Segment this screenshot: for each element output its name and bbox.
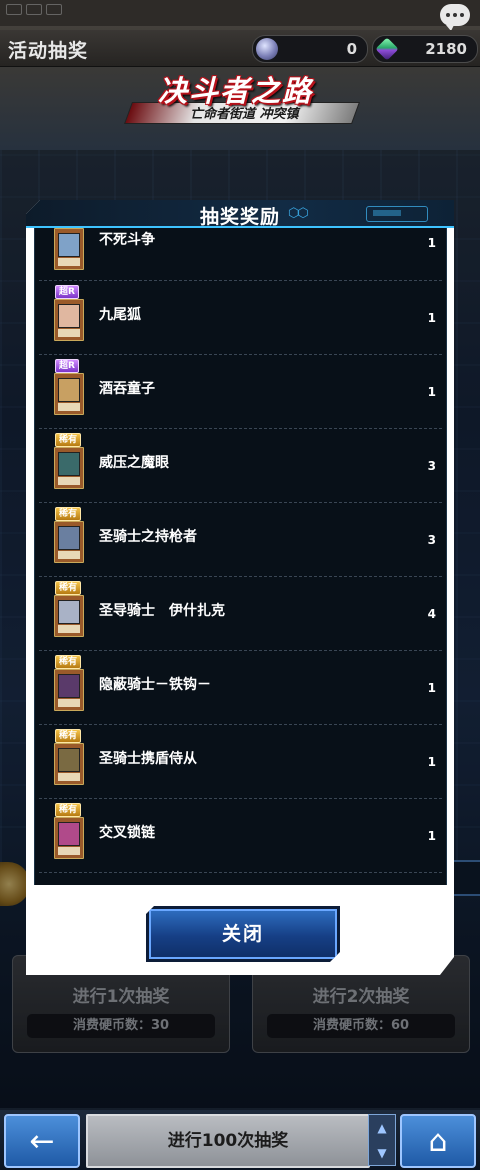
home-icon: ⌂ xyxy=(428,1123,448,1159)
gem-icon xyxy=(375,37,399,61)
reward-row[interactable]: 稀有圣导骑士 伊什扎克 4 xyxy=(39,577,442,651)
card-thumbnail[interactable] xyxy=(54,743,84,785)
reward-row[interactable]: 稀有交叉锁链 1 xyxy=(39,799,442,873)
dialog-header: ⬡⬡ 抽奖奖励 xyxy=(26,200,454,228)
card-name: 九尾狐 xyxy=(99,307,141,323)
card-thumbnail[interactable] xyxy=(54,299,84,341)
screen-title: 活动抽奖 xyxy=(8,40,89,62)
card-quantity: 1 xyxy=(427,236,436,250)
card-quantity: 1 xyxy=(427,829,436,843)
card-thumbnail[interactable] xyxy=(54,447,84,489)
orb-icon xyxy=(256,38,278,60)
rarity-badge: 超R xyxy=(55,359,79,373)
gem-currency[interactable]: 2180 xyxy=(372,35,478,63)
card-thumbnail[interactable] xyxy=(54,521,84,563)
reward-list-inner: 不死斗争 1 超R 九尾狐 1 超R 酒吞童子 1 稀有 威压之魔眼 3 稀有 圣骑士之持枪者 3 稀有 圣导… xyxy=(35,228,446,885)
card-name: 圣骑士之持枪者 xyxy=(99,529,197,545)
rarity-badge: 超R xyxy=(55,285,79,299)
rarity-badge: 稀有 xyxy=(55,729,82,743)
rarity-badge: 稀有 xyxy=(55,507,82,521)
reward-row[interactable]: 超R 九尾狐 1 xyxy=(39,281,442,355)
rarity-badge: 稀有 xyxy=(55,655,82,669)
chevron-up-icon[interactable]: ▲ xyxy=(377,1122,386,1134)
card-name: 交叉锁链 xyxy=(99,825,155,841)
reward-dialog: ⬡⬡ 抽奖奖励 不死斗争 1 超R 九尾狐 1 超R 酒吞童子 1 稀有 威压之魔眼 3 稀有 圣骑士之… xyxy=(26,200,454,975)
card-thumbnail[interactable] xyxy=(54,669,84,711)
card-thumbnail[interactable] xyxy=(54,817,84,859)
card-name: 不死斗争 xyxy=(99,232,155,248)
reward-row[interactable]: 稀有威压之魔眼 3 xyxy=(39,429,442,503)
card-quantity: 1 xyxy=(427,385,436,399)
card-text-box xyxy=(58,625,80,633)
card-text-box xyxy=(58,773,80,781)
draw-100-button[interactable]: 进行100次抽奖 xyxy=(86,1114,370,1168)
card-name: 圣导骑士 伊什扎克 xyxy=(99,603,225,619)
card-name: 圣骑士携盾侍从 xyxy=(99,751,197,767)
reward-row[interactable]: 稀有隐蔽骑士－铁钩－ 1 xyxy=(39,651,442,725)
rarity-badge: 稀有 xyxy=(55,433,82,447)
card-quantity: 3 xyxy=(427,459,436,473)
status-bar xyxy=(0,0,480,31)
reward-row[interactable]: 稀有圣骑士之持枪者 3 xyxy=(39,503,442,577)
card-text-box xyxy=(58,329,80,337)
card-thumbnail[interactable] xyxy=(54,595,84,637)
home-button[interactable]: ⌂ xyxy=(400,1114,476,1168)
card-quantity: 1 xyxy=(427,311,436,325)
close-button[interactable]: 关闭 xyxy=(146,906,340,962)
card-art xyxy=(58,452,80,476)
chevron-down-icon[interactable]: ▼ xyxy=(377,1147,386,1159)
back-arrow-icon: ← xyxy=(29,1123,55,1159)
rarity-badge: 稀有 xyxy=(55,581,82,595)
reward-row[interactable]: 稀有圣骑士携盾侍从 1 xyxy=(39,725,442,799)
card-art xyxy=(58,748,80,772)
card-name: 隐蔽骑士－铁钩－ xyxy=(99,677,211,693)
card-text-box xyxy=(58,847,80,855)
card-text-box xyxy=(58,258,80,266)
reward-row[interactable]: 不死斗争 1 xyxy=(39,228,442,281)
card-name: 酒吞童子 xyxy=(99,381,155,397)
card-quantity: 1 xyxy=(427,755,436,769)
card-text-box xyxy=(58,551,80,559)
card-art xyxy=(58,674,80,698)
card-text-box xyxy=(58,477,80,485)
draw-count-stepper[interactable]: ▲ ▼ xyxy=(368,1114,396,1166)
card-thumbnail[interactable] xyxy=(54,373,84,415)
back-button[interactable]: ← xyxy=(4,1114,80,1168)
event-banner: 决斗者之路 亡命者街道 冲突镇 xyxy=(123,68,361,130)
rarity-badge: 稀有 xyxy=(55,803,82,817)
bottom-bar: ← 进行100次抽奖 ▲ ▼ ⌂ xyxy=(0,1108,480,1170)
top-bar: 活动抽奖 0 2180 xyxy=(0,30,480,67)
card-name: 威压之魔眼 xyxy=(99,455,169,471)
card-art xyxy=(58,526,80,550)
gem-currency-value: 2180 xyxy=(425,40,467,58)
card-art xyxy=(58,233,80,257)
card-art xyxy=(58,304,80,328)
reward-row[interactable] xyxy=(39,873,442,885)
card-quantity: 1 xyxy=(427,681,436,695)
reward-list[interactable]: 不死斗争 1 超R 九尾狐 1 超R 酒吞童子 1 稀有 威压之魔眼 3 稀有 圣骑士之持枪者 3 稀有 圣导… xyxy=(34,228,447,885)
card-art xyxy=(58,600,80,624)
banner-subtitle: 亡命者街道 冲突镇 xyxy=(190,107,299,122)
card-quantity: 3 xyxy=(427,533,436,547)
chat-icon[interactable] xyxy=(440,4,470,31)
card-text-box xyxy=(58,403,80,411)
card-thumbnail[interactable] xyxy=(54,228,84,270)
dialog-title: 抽奖奖励 xyxy=(199,206,280,228)
reward-row[interactable]: 超R 酒吞童子 1 xyxy=(39,355,442,429)
card-art xyxy=(58,378,80,402)
card-quantity: 4 xyxy=(427,607,436,621)
status-icons xyxy=(6,4,62,15)
orb-currency-value: 0 xyxy=(346,40,357,58)
orb-currency[interactable]: 0 xyxy=(252,35,368,63)
card-art xyxy=(58,822,80,846)
card-text-box xyxy=(58,699,80,707)
